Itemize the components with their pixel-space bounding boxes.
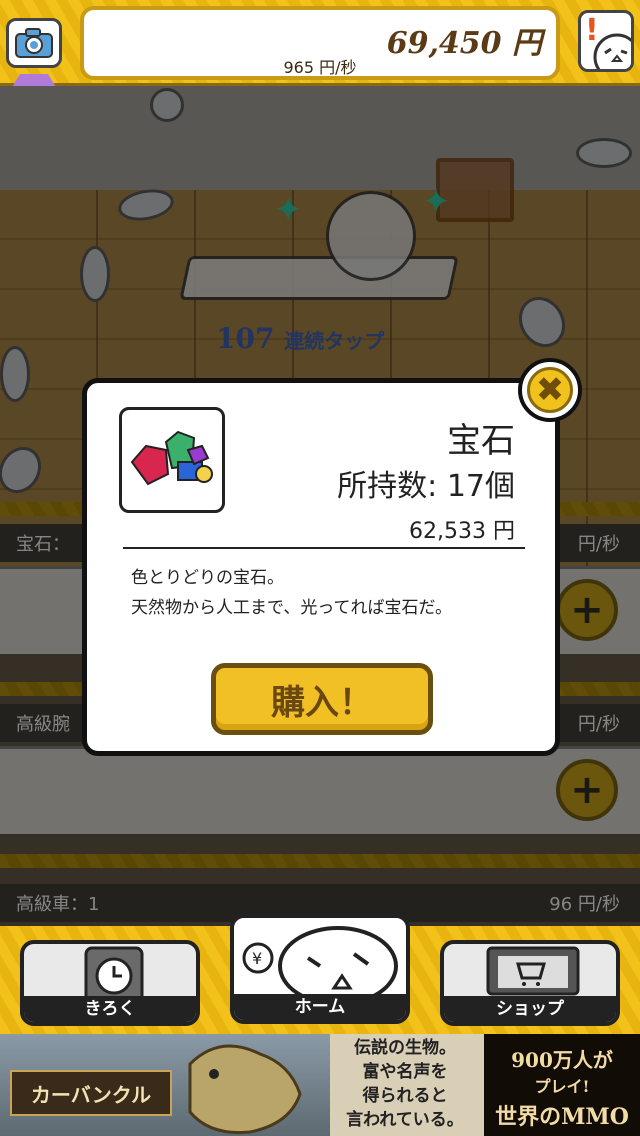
tab-home-label: ホーム: [234, 994, 406, 1020]
description-line: 色とりどりの宝石。: [131, 568, 284, 588]
ad-copy: 伝説の生物。 富や名声を 得られると 言われている。: [330, 1036, 480, 1132]
item-description: 色とりどりの宝石。 天然物から人工まで、光ってれば宝石だ。: [131, 563, 452, 623]
modal-divider: [123, 547, 525, 549]
tab-shop[interactable]: ショップ: [440, 940, 620, 1026]
ad-copy-line: 伝説の生物。: [354, 1038, 456, 1058]
item-price: 62,533 円: [409, 519, 515, 544]
shop-laptop-icon: [486, 946, 580, 996]
home-character-icon: ¥: [242, 926, 398, 1002]
ad-banner[interactable]: カーバンクル 伝説の生物。 富や名声を 得られると 言われている。 900万人が…: [0, 1034, 640, 1136]
tab-record-label: きろく: [24, 996, 196, 1022]
ad-copy-line: 言われている。: [346, 1110, 464, 1130]
ad-copy-line: 得られると: [362, 1086, 448, 1106]
ad-promo-line: 世界のMMO: [495, 1104, 629, 1130]
close-modal-button[interactable]: ✖: [518, 358, 582, 422]
money-rate: 965 円/秒: [283, 58, 357, 77]
bottom-nav: きろく ¥ ホーム ショップ: [0, 914, 640, 1034]
money-display: 69,450 円 965 円/秒: [80, 6, 560, 80]
clock-phone-icon: [84, 946, 144, 1004]
item-detail-modal: 宝石 所持数: 17個 62,533 円 色とりどりの宝石。 天然物から人工まで…: [82, 378, 560, 756]
camera-button[interactable]: [6, 18, 62, 68]
top-bar: ! 69,450 円 965 円/秒 !: [0, 0, 640, 120]
tab-record[interactable]: きろく: [20, 940, 200, 1026]
monster-icon: [188, 1044, 302, 1135]
item-thumbnail: [119, 407, 225, 513]
buy-button[interactable]: 購入！: [211, 663, 433, 735]
description-line: 天然物から人工まで、光ってれば宝石だ。: [131, 598, 452, 618]
camera-icon: [15, 28, 53, 58]
tab-shop-label: ショップ: [444, 996, 616, 1022]
ad-copy-line: 富や名声を: [362, 1062, 448, 1082]
gem-icon: [130, 430, 213, 486]
item-owned-count: 所持数: 17個: [337, 469, 515, 504]
item-name: 宝石: [447, 421, 515, 461]
character-face-icon: [593, 33, 631, 69]
ad-title: カーバンクル: [10, 1070, 172, 1116]
profile-button[interactable]: !: [578, 10, 634, 72]
tab-home[interactable]: ¥ ホーム: [230, 914, 410, 1024]
ad-promo-line: プレイ!: [534, 1077, 590, 1096]
svg-text:¥: ¥: [252, 949, 262, 968]
ad-promo-line: 900万人が: [511, 1048, 613, 1072]
ad-promo: 900万人が プレイ! 世界のMMO: [484, 1034, 640, 1136]
close-icon: ✖: [527, 367, 573, 413]
